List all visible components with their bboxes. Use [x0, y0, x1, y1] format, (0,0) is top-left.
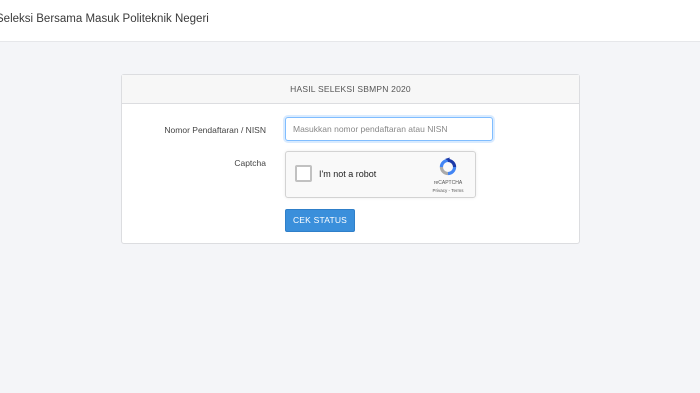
top-navbar: Seleksi Bersama Masuk Politeknik Negeri — [0, 0, 700, 42]
captcha-label: Captcha — [234, 158, 266, 168]
recaptcha-links: Privacy - Terms — [424, 188, 472, 193]
cek-status-button[interactable]: CEK STATUS — [285, 209, 355, 232]
recaptcha-brand-text: reCAPTCHA — [433, 180, 463, 186]
navbar-brand[interactable]: Seleksi Bersama Masuk Politeknik Negeri — [0, 13, 209, 25]
nomor-pendaftaran-label: Nomor Pendaftaran / NISN — [164, 125, 266, 135]
result-card: HASIL SELEKSI SBMPN 2020 Nomor Pendaftar… — [121, 74, 580, 244]
recaptcha-checkbox[interactable] — [295, 165, 312, 182]
nomor-pendaftaran-input[interactable] — [285, 117, 493, 141]
recaptcha-widget: I'm not a robot reCAPTCHA Privacy - Term… — [285, 151, 476, 198]
recaptcha-terms-link[interactable]: Terms — [451, 188, 463, 193]
recaptcha-logo-icon — [439, 157, 457, 176]
recaptcha-checkbox-label: I'm not a robot — [319, 169, 377, 179]
card-header-title: HASIL SELEKSI SBMPN 2020 — [122, 75, 579, 104]
recaptcha-privacy-link[interactable]: Privacy — [433, 188, 448, 193]
